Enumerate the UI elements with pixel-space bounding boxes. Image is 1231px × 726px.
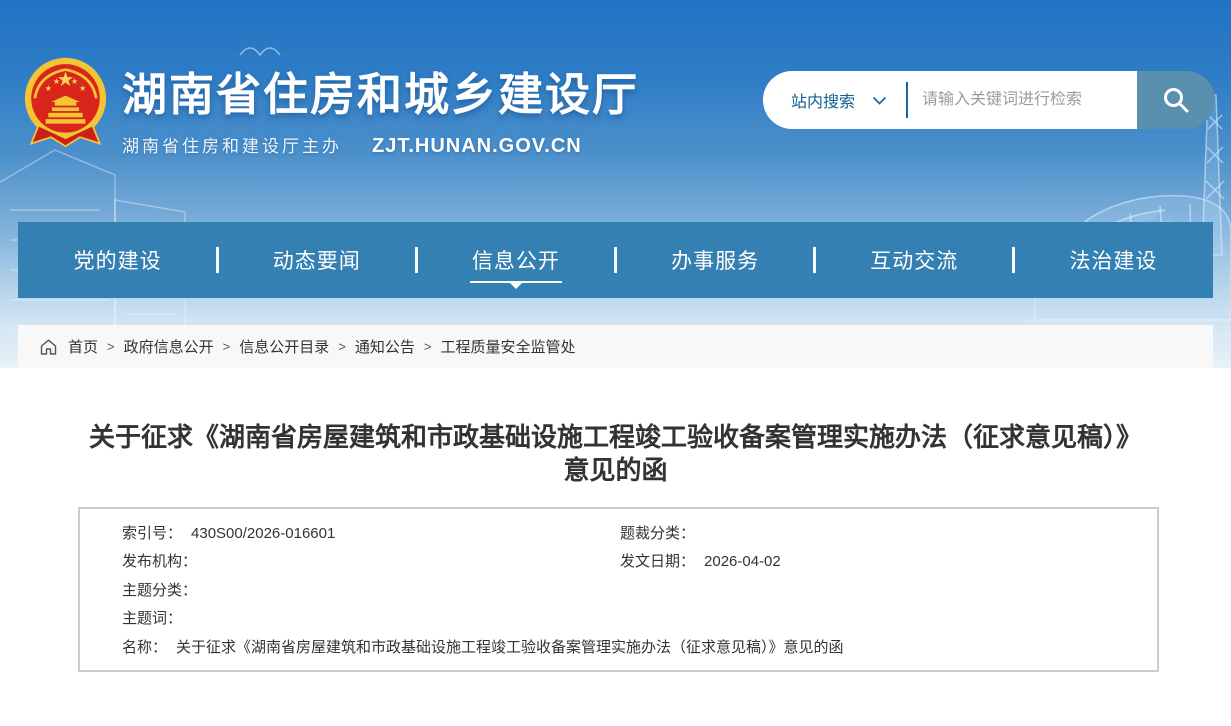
- site-header: ★ ★ ★ ★ ★ 湖南省住房和城乡建设厅 湖南省住房和建设厅主办 ZJT.HU…: [0, 0, 1231, 368]
- meta-row-publisher: 发布机构： 发文日期：2026-04-02: [122, 548, 1137, 576]
- breadcrumb-gov-info[interactable]: 政府信息公开: [124, 336, 214, 357]
- search-icon: [1161, 85, 1191, 115]
- breadcrumb-notices[interactable]: 通知公告: [355, 336, 415, 357]
- search-button[interactable]: [1137, 71, 1215, 129]
- nav-item-interaction[interactable]: 互动交流: [815, 222, 1014, 298]
- site-subtitle: 湖南省住房和建设厅主办: [122, 132, 342, 157]
- svg-text:★: ★: [53, 77, 60, 86]
- breadcrumb-separator: >: [223, 339, 231, 354]
- chevron-down-icon: [872, 96, 887, 105]
- active-tab-indicator: [470, 281, 562, 283]
- nav-item-rule-of-law[interactable]: 法治建设: [1014, 222, 1213, 298]
- search-scope-label: 站内搜索: [791, 88, 855, 112]
- national-emblem: ★ ★ ★ ★ ★: [24, 56, 107, 148]
- breadcrumb-separator: >: [107, 339, 115, 354]
- nav-item-information-disclosure[interactable]: 信息公开: [416, 222, 615, 298]
- breadcrumb-home[interactable]: 首页: [68, 336, 98, 357]
- publish-date-value: 2026-04-02: [704, 553, 781, 570]
- svg-text:★: ★: [45, 84, 52, 93]
- breadcrumb-separator: >: [338, 339, 346, 354]
- breadcrumb: 首页 > 政府信息公开 > 信息公开目录 > 通知公告 > 工程质量安全监管处: [18, 325, 1213, 368]
- page-title: 关于征求《湖南省房屋建筑和市政基础设施工程竣工验收备案管理实施办法（征求意见稿）…: [0, 421, 1231, 487]
- breadcrumb-separator: >: [424, 339, 432, 354]
- site-title: 湖南省住房和城乡建设厅: [122, 58, 639, 123]
- svg-text:★: ★: [71, 77, 78, 86]
- home-icon: [40, 339, 57, 355]
- meta-row-document-name: 名称：关于征求《湖南省房屋建筑和市政基础设施工程竣工验收备案管理实施办法（征求意…: [122, 634, 1137, 662]
- meta-row-subject-category: 主题分类：: [122, 577, 1137, 605]
- page-title-line2: 意见的函: [0, 454, 1231, 487]
- main-nav: 党的建设 动态要闻 信息公开 办事服务 互动交流 法治建设: [18, 222, 1213, 298]
- document-name-value: 关于征求《湖南省房屋建筑和市政基础设施工程竣工验收备案管理实施办法（征求意见稿）…: [176, 639, 844, 656]
- search-input[interactable]: [908, 91, 1137, 109]
- breadcrumb-current-department: 工程质量安全监管处: [440, 336, 575, 357]
- search-main: 站内搜索: [763, 71, 1137, 129]
- svg-text:★: ★: [79, 84, 86, 93]
- meta-row-index-number: 索引号：430S00/2026-016601 题裁分类：: [122, 520, 1137, 548]
- meta-row-keywords: 主题词：: [122, 605, 1137, 633]
- breadcrumb-info-catalog[interactable]: 信息公开目录: [239, 336, 329, 357]
- search-scope-select[interactable]: 站内搜索: [791, 88, 887, 112]
- masthead: 湖南省住房和城乡建设厅 湖南省住房和建设厅主办 ZJT.HUNAN.GOV.CN: [122, 58, 639, 158]
- page: ★ ★ ★ ★ ★ 湖南省住房和城乡建设厅 湖南省住房和建设厅主办 ZJT.HU…: [0, 0, 1231, 726]
- index-number-value: 430S00/2026-016601: [191, 525, 335, 542]
- nav-item-services[interactable]: 办事服务: [616, 222, 815, 298]
- search-bar: 站内搜索: [763, 71, 1215, 129]
- site-domain: ZJT.HUNAN.GOV.CN: [372, 135, 582, 158]
- nav-item-news[interactable]: 动态要闻: [217, 222, 416, 298]
- nav-item-party-building[interactable]: 党的建设: [18, 222, 217, 298]
- building-sketch: [0, 0, 1231, 368]
- document-meta-box: 索引号：430S00/2026-016601 题裁分类： 发布机构： 发文日期：…: [78, 507, 1159, 672]
- page-title-line1: 关于征求《湖南省房屋建筑和市政基础设施工程竣工验收备案管理实施办法（征求意见稿）…: [0, 421, 1231, 454]
